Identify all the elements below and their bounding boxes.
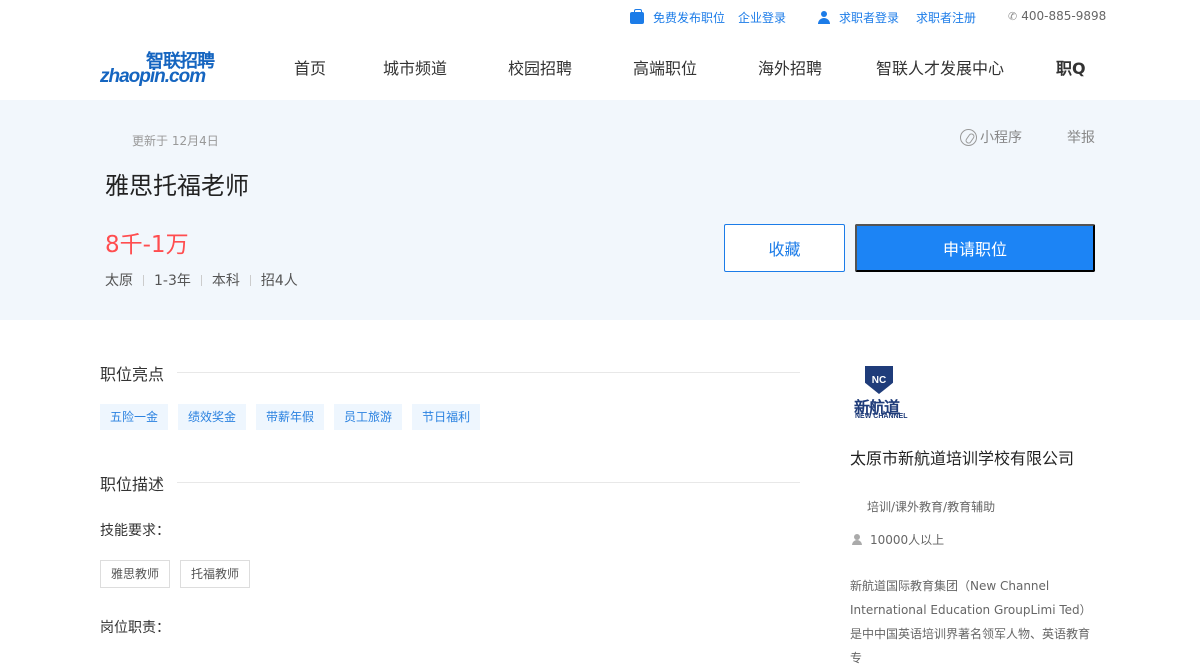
post-job-link[interactable]: 免费发布职位 — [630, 8, 726, 26]
seeker-login-link[interactable]: 求职者登录 — [818, 9, 899, 26]
highlight-tags: 五险一金 绩效奖金 带薪年假 员工旅游 节日福利 — [100, 404, 490, 430]
nav-city-channel[interactable]: 城市频道 — [383, 55, 447, 79]
duties-label: 岗位职责： — [100, 620, 170, 636]
company-logo-en: NEW CHANNEL — [855, 413, 908, 420]
company-size-label: 10000人以上 — [870, 533, 945, 547]
mini-program-label: 小程序 — [980, 130, 1022, 146]
company-description: 新航道国际教育集团（New Channel International Educ… — [850, 579, 1092, 665]
phone-icon: ✆ — [1008, 9, 1018, 23]
main-nav: 智联招聘 zhaopin.com 首页 城市频道 校园招聘 高端职位 海外招聘 … — [0, 34, 1200, 100]
job-title: 雅思托福老师 — [105, 172, 249, 200]
phone-number: ✆ 400-885-9898 — [1008, 9, 1106, 23]
nav-overseas[interactable]: 海外招聘 — [758, 55, 822, 79]
company-industry: 培训/课外教育/教育辅助 — [867, 500, 996, 514]
meta-education: 本科 — [211, 273, 240, 289]
company-logo[interactable]: NC 新航道 NEW CHANNEL — [852, 364, 916, 422]
skill-tag: 托福教师 — [180, 560, 251, 588]
favorite-button[interactable]: 收藏 — [724, 224, 845, 272]
meta-divider — [200, 274, 202, 286]
mini-program-link[interactable]: 小程序 — [960, 127, 1022, 147]
mini-program-icon — [960, 128, 977, 146]
nav-campus[interactable]: 校园招聘 — [508, 55, 572, 79]
nav-home[interactable]: 首页 — [294, 55, 326, 79]
person-icon — [852, 534, 862, 545]
section-divider — [177, 482, 800, 483]
salary: 8千-1万 — [105, 232, 189, 258]
highlight-tag: 绩效奖金 — [178, 404, 247, 430]
seeker-register-label: 求职者注册 — [916, 11, 977, 25]
logo-en-text: zhaopin.com — [100, 66, 206, 87]
meta-headcount: 招4人 — [260, 273, 298, 289]
highlight-tag: 带薪年假 — [256, 404, 325, 430]
skill-tag: 雅思教师 — [100, 560, 171, 588]
user-icon — [818, 11, 830, 24]
skill-tags: 雅思教师 托福教师 — [100, 560, 260, 588]
meta-experience: 1-3年 — [154, 273, 191, 289]
highlights-heading: 职位亮点 — [100, 365, 165, 384]
description-heading: 职位描述 — [100, 475, 165, 494]
seeker-login-label: 求职者登录 — [839, 11, 900, 25]
zhaopin-logo[interactable]: 智联招聘 zhaopin.com — [100, 47, 222, 100]
briefcase-icon — [630, 8, 644, 24]
company-size: 10000人以上 — [852, 531, 944, 548]
nav-zhiq[interactable]: 职Q — [1056, 55, 1086, 79]
seeker-register-link[interactable]: 求职者注册 — [916, 9, 976, 26]
job-summary-panel: 更新于 12月4日 小程序 举报 雅思托福老师 8千-1万 太原 1-3年 本科… — [0, 100, 1200, 320]
phone-label: 400-885-9898 — [1021, 9, 1107, 23]
report-link[interactable]: 举报 — [1067, 127, 1095, 147]
section-divider — [177, 372, 800, 373]
highlight-tag: 员工旅游 — [334, 404, 403, 430]
nav-high-end[interactable]: 高端职位 — [633, 55, 697, 79]
job-meta: 太原 1-3年 本科 招4人 — [105, 270, 298, 290]
meta-divider — [249, 274, 251, 286]
skills-label: 技能要求： — [100, 523, 170, 539]
company-logo-shield: NC — [865, 366, 893, 394]
company-login-label: 企业登录 — [738, 11, 787, 25]
top-utility-bar: 免费发布职位 企业登录 求职者登录 求职者注册 ✆ 400-885-9898 — [0, 0, 1200, 34]
meta-city: 太原 — [105, 273, 133, 289]
company-login-link[interactable]: 企业登录 — [738, 9, 786, 26]
apply-button[interactable]: 申请职位 — [855, 224, 1095, 272]
highlight-tag: 五险一金 — [100, 404, 169, 430]
highlight-tag: 节日福利 — [412, 404, 481, 430]
company-name[interactable]: 太原市新航道培训学校有限公司 — [850, 445, 1074, 469]
updated-date: 更新于 12月4日 — [132, 134, 219, 148]
meta-divider — [143, 274, 144, 286]
nav-talent-center[interactable]: 智联人才发展中心 — [876, 55, 1004, 79]
post-job-label: 免费发布职位 — [653, 11, 726, 25]
